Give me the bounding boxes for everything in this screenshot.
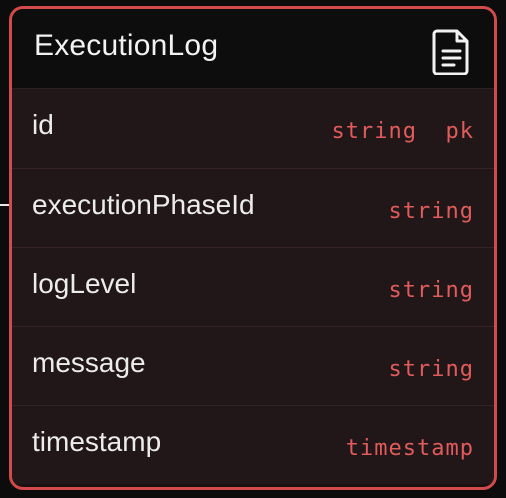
document-icon[interactable]	[432, 27, 472, 75]
diagram-canvas: ExecutionLog id string pk executionPhase…	[0, 0, 506, 498]
field-type: string pk	[331, 119, 474, 144]
field-name: id	[32, 109, 54, 140]
entity-header[interactable]: ExecutionLog	[12, 9, 494, 89]
field-type: timestamp	[345, 436, 474, 461]
field-row-id[interactable]: id string pk	[12, 89, 494, 168]
field-row-loglevel[interactable]: logLevel string	[12, 247, 494, 326]
field-list: id string pk executionPhaseId string log…	[12, 89, 494, 487]
field-name: executionPhaseId	[32, 189, 255, 220]
field-row-message[interactable]: message string	[12, 326, 494, 405]
field-row-executionphaseid[interactable]: executionPhaseId string	[12, 168, 494, 247]
entity-title: ExecutionLog	[34, 29, 219, 62]
field-row-timestamp[interactable]: timestamp timestamp	[12, 405, 494, 484]
field-type: string	[388, 278, 474, 303]
entity-card-executionlog[interactable]: ExecutionLog id string pk executionPhase…	[9, 6, 497, 490]
field-name: message	[32, 347, 146, 378]
field-name: logLevel	[32, 268, 137, 299]
field-type: string	[388, 357, 474, 382]
field-type: string	[388, 199, 474, 224]
field-name: timestamp	[32, 426, 162, 457]
